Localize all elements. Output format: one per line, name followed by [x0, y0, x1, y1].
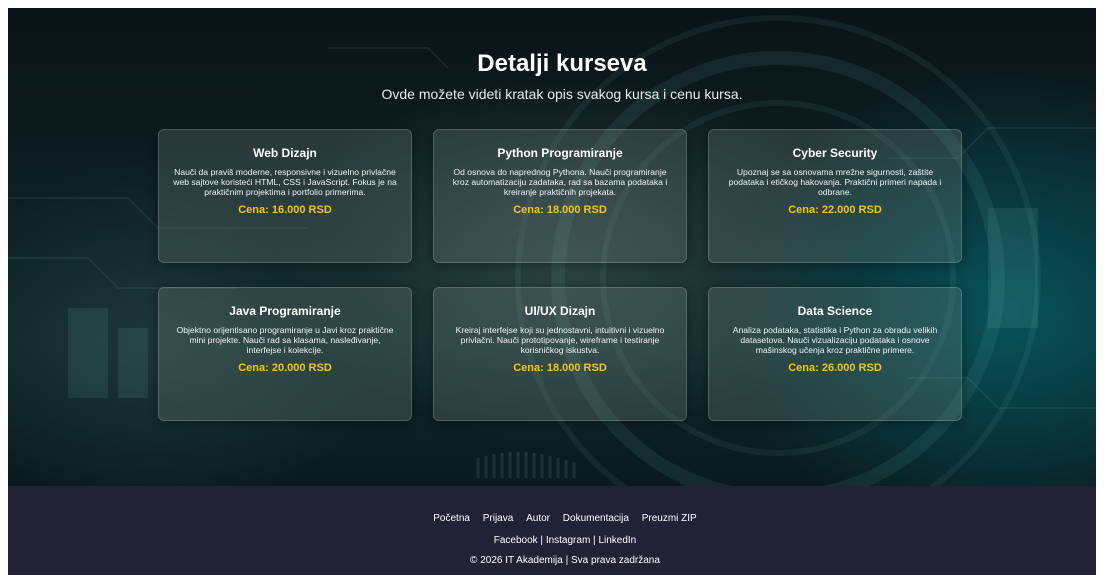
social-link-linkedin[interactable]: LinkedIn: [598, 535, 636, 546]
course-title: Java Programiranje: [229, 304, 341, 318]
hero-section: Detalji kurseva Ovde možete videti krata…: [8, 8, 1096, 486]
course-price: Cena: 18.000 RSD: [513, 361, 607, 374]
course-description: Od osnova do naprednog Pythona. Nauči pr…: [452, 167, 668, 198]
course-card-ui-ux: UI/UX Dizajn Kreiraj interfejse koji su …: [433, 287, 687, 421]
course-price: Cena: 20.000 RSD: [238, 361, 332, 374]
footer-link-autor[interactable]: Autor: [526, 513, 550, 524]
course-card-python: Python Programiranje Od osnova do napred…: [433, 129, 687, 263]
course-description: Nauči da praviš moderne, responsivne i v…: [173, 167, 397, 198]
footer-copyright: © 2026 IT Akademija | Sva prava zadržana: [470, 555, 660, 566]
course-card-java: Java Programiranje Objektno orijentisano…: [158, 287, 412, 421]
course-title: UI/UX Dizajn: [524, 304, 596, 318]
footer-nav: Početna Prijava Autor Dokumentacija Preu…: [8, 513, 1104, 524]
course-description: Analiza podataka, statistika i Python za…: [732, 325, 938, 356]
footer: Početna Prijava Autor Dokumentacija Preu…: [8, 486, 1096, 575]
course-card-cyber-security: Cyber Security Upoznaj se sa osnovama mr…: [708, 129, 962, 263]
course-card-data-science: Data Science Analiza podataka, statistik…: [708, 287, 962, 421]
course-title: Cyber Security: [792, 146, 878, 160]
page: Detalji kurseva Ovde možete videti krata…: [0, 0, 1104, 575]
course-description: Objektno orijentisano programiranje u Ja…: [176, 325, 394, 356]
course-price: Cena: 22.000 RSD: [788, 203, 882, 216]
footer-social-links: Facebook | Instagram | LinkedIn: [8, 535, 1104, 546]
social-separator: |: [537, 535, 546, 546]
course-price: Cena: 26.000 RSD: [788, 361, 882, 374]
course-description: Upoznaj se sa osnovama mrežne sigurnosti…: [728, 167, 942, 198]
page-subtitle: Ovde možete videti kratak opis svakog ku…: [381, 86, 743, 102]
course-title: Python Programiranje: [497, 146, 623, 160]
footer-link-prijava[interactable]: Prijava: [483, 513, 514, 524]
footer-link-preuzmi-zip[interactable]: Preuzmi ZIP: [642, 513, 697, 524]
course-card-web-dizajn: Web Dizajn Nauči da praviš moderne, resp…: [158, 129, 412, 263]
course-price: Cena: 18.000 RSD: [513, 203, 607, 216]
course-title: Web Dizajn: [253, 146, 317, 160]
course-title: Data Science: [797, 304, 873, 318]
page-title: Detalji kurseva: [477, 50, 647, 77]
footer-link-pocetna[interactable]: Početna: [433, 513, 470, 524]
course-price: Cena: 16.000 RSD: [238, 203, 332, 216]
social-link-facebook[interactable]: Facebook: [494, 535, 538, 546]
footer-link-dokumentacija[interactable]: Dokumentacija: [563, 513, 629, 524]
course-description: Kreiraj interfejse koji su jednostavni, …: [455, 325, 665, 356]
social-link-instagram[interactable]: Instagram: [546, 535, 590, 546]
